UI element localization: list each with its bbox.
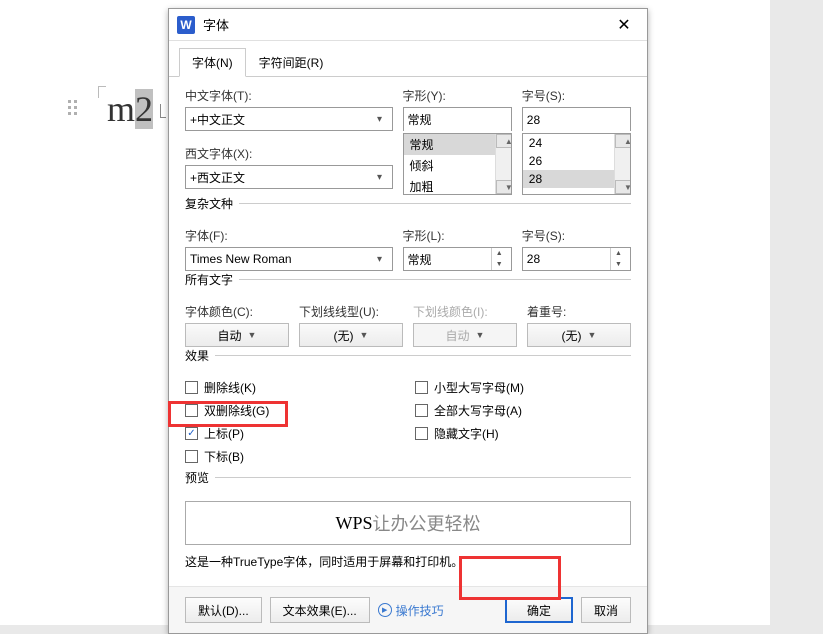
- spinner-icon[interactable]: ▲▼: [491, 248, 507, 270]
- select-complex-size[interactable]: 28 ▲▼: [522, 247, 631, 271]
- font-dialog: W 字体 ✕ 字体(N) 字符间距(R) 中文字体(T): +中文正文 ▾ 西文…: [168, 8, 648, 634]
- section-complex: 复杂文种: [185, 195, 239, 212]
- scroll-down-icon[interactable]: ▼: [496, 180, 512, 194]
- tips-link[interactable]: ▶ 操作技巧: [378, 602, 497, 619]
- label-font-style: 字形(Y):: [403, 87, 512, 104]
- checkbox-superscript[interactable]: ✓上标(P): [185, 425, 385, 442]
- tab-font[interactable]: 字体(N): [179, 48, 246, 77]
- label-western-font: 西文字体(X):: [185, 145, 393, 162]
- doc-char-selected: 2: [135, 89, 153, 129]
- label-emphasis: 着重号:: [527, 303, 631, 320]
- select-chinese-font[interactable]: +中文正文 ▾: [185, 107, 393, 131]
- ok-button[interactable]: 确定: [505, 597, 573, 623]
- combo-underline[interactable]: (无)▼: [299, 323, 403, 347]
- play-icon: ▶: [378, 603, 392, 617]
- label-complex-font: 字体(F):: [185, 227, 393, 244]
- cancel-button[interactable]: 取消: [581, 597, 631, 623]
- ruler-marker: [98, 86, 106, 98]
- default-button[interactable]: 默认(D)...: [185, 597, 262, 623]
- label-underline: 下划线线型(U):: [299, 303, 403, 320]
- chevron-down-icon: ▾: [372, 114, 388, 125]
- label-chinese-font: 中文字体(T):: [185, 87, 393, 104]
- listbox-font-size[interactable]: 24 26 28 ▲ ▼: [522, 133, 631, 195]
- list-item[interactable]: 24: [523, 134, 614, 152]
- scroll-up-icon[interactable]: ▲: [496, 134, 512, 148]
- preview-box: WPS 让办公更轻松: [185, 501, 631, 545]
- label-font-size: 字号(S):: [522, 87, 631, 104]
- dialog-titlebar[interactable]: W 字体 ✕: [169, 9, 647, 41]
- chevron-down-icon: ▾: [372, 254, 388, 265]
- dialog-title: 字体: [203, 15, 609, 34]
- tab-strip: 字体(N) 字符间距(R): [169, 41, 647, 77]
- doc-char-m: m: [107, 89, 135, 129]
- label-underline-color: 下划线颜色(I):: [413, 303, 517, 320]
- list-item[interactable]: 倾斜: [404, 155, 495, 176]
- chevron-down-icon: ▼: [588, 330, 597, 340]
- document-text[interactable]: m2: [107, 88, 153, 130]
- drag-handle-icon: [68, 100, 77, 115]
- label-complex-size: 字号(S):: [522, 227, 631, 244]
- label-complex-style: 字形(L):: [403, 227, 512, 244]
- chevron-down-icon: ▼: [248, 330, 257, 340]
- scrollbar[interactable]: ▲ ▼: [614, 134, 630, 194]
- combo-emphasis[interactable]: (无)▼: [527, 323, 631, 347]
- select-western-font[interactable]: +西文正文 ▾: [185, 165, 393, 189]
- select-complex-style[interactable]: 常规 ▲▼: [403, 247, 512, 271]
- checkbox-hidden[interactable]: 隐藏文字(H): [415, 425, 524, 442]
- scroll-down-icon[interactable]: ▼: [615, 180, 631, 194]
- checkbox-smallcaps[interactable]: 小型大写字母(M): [415, 379, 524, 396]
- combo-font-color[interactable]: 自动▼: [185, 323, 289, 347]
- label-font-color: 字体颜色(C):: [185, 303, 289, 320]
- scroll-up-icon[interactable]: ▲: [615, 134, 631, 148]
- checkbox-double-strike[interactable]: 双删除线(G): [185, 402, 385, 419]
- section-all-text: 所有文字: [185, 271, 239, 288]
- scrollbar[interactable]: ▲ ▼: [495, 134, 511, 194]
- section-preview: 预览: [185, 469, 215, 486]
- list-item[interactable]: 加粗: [404, 176, 495, 195]
- app-icon: W: [177, 16, 195, 34]
- text-effect-button[interactable]: 文本效果(E)...: [270, 597, 370, 623]
- input-font-style[interactable]: 常规: [403, 107, 512, 131]
- checkbox-strike[interactable]: 删除线(K): [185, 379, 385, 396]
- chevron-down-icon: ▾: [372, 172, 388, 183]
- chevron-down-icon: ▼: [476, 330, 485, 340]
- preview-slogan: 让办公更轻松: [373, 510, 481, 536]
- checkbox-allcaps[interactable]: 全部大写字母(A): [415, 402, 524, 419]
- input-font-size[interactable]: 28: [522, 107, 631, 131]
- chevron-down-icon: ▼: [360, 330, 369, 340]
- checkbox-subscript[interactable]: 下标(B): [185, 448, 385, 465]
- paragraph-mark-icon: [160, 104, 166, 118]
- hint-text: 这是一种TrueType字体，同时适用于屏幕和打印机。: [185, 553, 631, 570]
- tab-spacing[interactable]: 字符间距(R): [246, 48, 337, 77]
- combo-underline-color: 自动▼: [413, 323, 517, 347]
- list-item[interactable]: 常规: [404, 134, 495, 155]
- listbox-font-style[interactable]: 常规 倾斜 加粗 ▲ ▼: [403, 133, 512, 195]
- close-icon[interactable]: ✕: [609, 11, 639, 39]
- section-effects: 效果: [185, 347, 215, 364]
- preview-brand: WPS: [335, 513, 372, 534]
- select-complex-font[interactable]: Times New Roman ▾: [185, 247, 393, 271]
- list-item[interactable]: 28: [523, 170, 614, 188]
- list-item[interactable]: 26: [523, 152, 614, 170]
- spinner-icon[interactable]: ▲▼: [610, 248, 626, 270]
